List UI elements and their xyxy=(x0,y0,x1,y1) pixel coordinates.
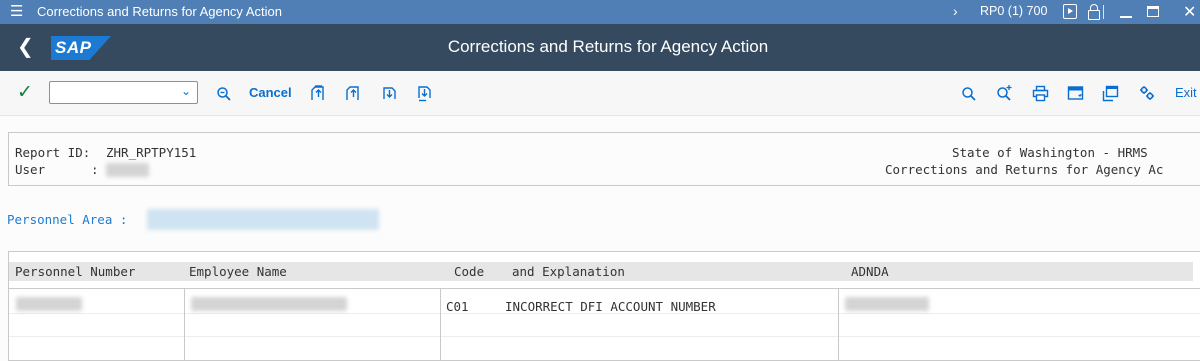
row-code: C01 xyxy=(446,299,469,314)
report-subtitle: Corrections and Returns for Agency Ac xyxy=(885,162,1164,177)
personnel-number-redacted xyxy=(16,297,82,311)
employee-name-redacted xyxy=(191,297,347,311)
command-field[interactable]: ⌄ xyxy=(49,81,198,104)
title-separator xyxy=(1103,5,1104,19)
report-list-area: Report ID: ZHR_RPTPY151 User : State of … xyxy=(0,117,1200,361)
column-header-code[interactable]: Code xyxy=(454,264,484,279)
column-header-explanation[interactable]: and Explanation xyxy=(512,264,625,279)
enter-check-icon[interactable]: ✓ xyxy=(17,81,33,104)
cell-code-explanation[interactable]: C01 INCORRECT DFI ACCOUNT NUMBER xyxy=(441,289,839,361)
close-icon[interactable]: ✕ xyxy=(1183,2,1196,22)
personnel-area-value-redacted xyxy=(147,209,379,230)
last-page-icon[interactable] xyxy=(415,84,433,102)
cell-adnda[interactable] xyxy=(839,289,1200,361)
report-header-box: Report ID: ZHR_RPTPY151 User : State of … xyxy=(8,132,1200,186)
window-title-bar: ☰ Corrections and Returns for Agency Act… xyxy=(0,0,1200,24)
report-id-value: ZHR_RPTPY151 xyxy=(106,145,197,160)
minimize-icon[interactable] xyxy=(1120,16,1132,18)
settings-icon[interactable] xyxy=(1139,85,1155,101)
bookmark-icon[interactable] xyxy=(1067,85,1084,102)
table-row[interactable]: C01 INCORRECT DFI ACCOUNT NUMBER xyxy=(9,288,1200,361)
next-page-icon[interactable] xyxy=(380,84,398,102)
hamburger-menu-icon[interactable]: ☰ xyxy=(10,3,23,21)
previous-page-icon[interactable] xyxy=(343,84,361,102)
play-icon[interactable] xyxy=(1063,4,1077,19)
user-value-redacted xyxy=(106,163,149,177)
lock-icon[interactable] xyxy=(1087,4,1101,20)
chevron-down-icon[interactable]: ⌄ xyxy=(181,84,191,98)
shell-header: ❮ SAP Corrections and Returns for Agency… xyxy=(0,24,1200,71)
user-label: User xyxy=(15,162,46,177)
column-header-personnel-number[interactable]: Personnel Number xyxy=(15,264,135,279)
cancel-button[interactable]: Cancel xyxy=(249,85,292,100)
application-toolbar: ✓ ⌄ Cancel Exit xyxy=(0,71,1200,116)
system-info: RP0 (1) 700 xyxy=(980,4,1048,18)
page-title: Corrections and Returns for Agency Actio… xyxy=(447,37,769,56)
org-name: State of Washington - HRMS xyxy=(952,145,1148,160)
exit-button[interactable]: Exit xyxy=(1175,85,1197,100)
print-icon[interactable] xyxy=(1032,85,1049,102)
export-icon[interactable] xyxy=(1102,85,1119,102)
row-explanation: INCORRECT DFI ACCOUNT NUMBER xyxy=(505,299,716,314)
user-separator: : xyxy=(91,162,99,177)
personnel-area-label: Personnel Area : xyxy=(7,212,128,227)
find-icon[interactable] xyxy=(216,86,232,102)
column-header-employee-name[interactable]: Employee Name xyxy=(189,264,287,279)
cell-employee-name[interactable] xyxy=(185,289,441,361)
results-table: Personnel Number Employee Name Code and … xyxy=(8,251,1200,361)
table-header: Personnel Number Employee Name Code and … xyxy=(9,262,1193,281)
adnda-value-redacted xyxy=(845,297,929,311)
window-title: Corrections and Returns for Agency Actio… xyxy=(37,4,282,19)
first-page-icon[interactable] xyxy=(308,84,326,102)
chevron-right-icon[interactable]: › xyxy=(953,3,958,19)
maximize-icon[interactable] xyxy=(1147,6,1159,17)
search-icon[interactable] xyxy=(961,86,977,102)
column-header-adnda[interactable]: ADNDA xyxy=(851,264,889,279)
search-next-icon[interactable] xyxy=(996,84,1014,102)
cell-personnel-number[interactable] xyxy=(9,289,185,361)
report-id-label: Report ID: xyxy=(15,145,91,160)
